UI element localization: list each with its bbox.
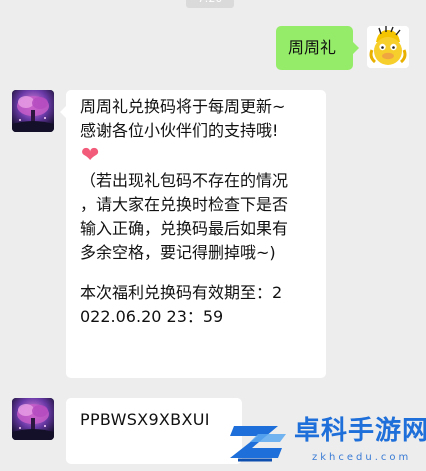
fantasy-tree-avatar-icon — [12, 398, 54, 440]
timestamp-pill: 7:20 — [186, 0, 234, 8]
heart-emoji-row: ❤ — [80, 143, 312, 169]
sender-avatar[interactable] — [12, 90, 54, 132]
redeem-code-text: PPBWSX9XBXUI — [80, 410, 210, 429]
message-line: ，请大家在兑换时检查下是否 — [80, 195, 289, 214]
cartoon-duck-avatar-icon — [367, 26, 409, 68]
message-line: 输入正确，兑换码最后如果有 — [80, 219, 289, 238]
message-line: （若出现礼包码不存在的情况 — [80, 171, 289, 190]
watermark-title: 卓科手游网 — [294, 416, 426, 446]
site-watermark: 卓科手游网 zkhcedu.com — [228, 410, 426, 471]
message-line: 本次福利兑换码有效期至：2 — [80, 283, 283, 302]
message-line: 感谢各位小伙伴们的支持哦! — [80, 121, 279, 140]
outgoing-message-bubble[interactable]: 周周礼 — [276, 26, 359, 70]
watermark-subtitle: zkhcedu.com — [312, 452, 412, 463]
sender-avatar[interactable] — [12, 398, 54, 440]
incoming-message-bubble[interactable]: 周周礼兑换码将于每周更新~ 感谢各位小伙伴们的支持哦! ❤ （若出现礼包码不存在… — [60, 90, 326, 378]
fantasy-tree-avatar-icon — [12, 90, 54, 132]
heart-icon: ❤ — [81, 143, 100, 168]
redeem-code-bubble[interactable]: PPBWSX9XBXUI — [66, 398, 242, 464]
message-line: 周周礼兑换码将于每周更新~ — [80, 97, 286, 116]
message-line: 多余空格，要记得删掉哦~) — [80, 243, 276, 262]
message-line: 022.06.20 23：59 — [80, 307, 224, 326]
self-avatar[interactable] — [367, 26, 409, 68]
watermark-logo-icon — [230, 426, 286, 462]
